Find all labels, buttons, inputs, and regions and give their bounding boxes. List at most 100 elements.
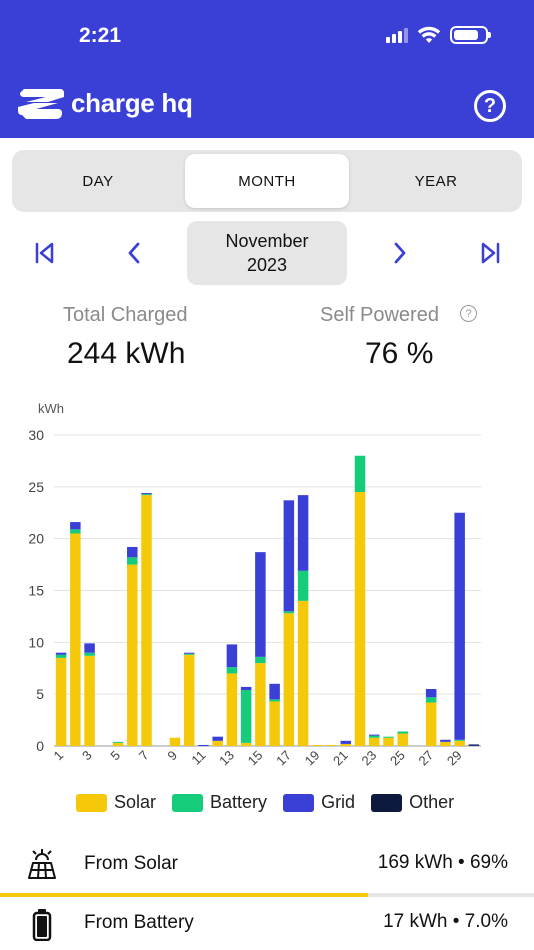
bar-battery-day-5 [112,741,124,743]
y-tick-label: 25 [28,479,44,495]
x-tick-label: 9 [164,748,180,764]
next-period-button[interactable] [386,238,414,268]
bar-solar-day-16 [269,701,280,746]
status-time: 2:21 [79,24,122,47]
bar-grid-day-13 [226,644,238,668]
current-period[interactable]: November 2023 [187,221,347,285]
period-segmented-control: DAY MONTH YEAR [12,150,522,212]
bar-grid-day-7 [141,493,152,495]
from-battery-value: 17 kWh • 7.0% [383,911,508,932]
x-tick-label: 1 [51,748,67,764]
period-year: 2023 [246,255,288,275]
bar-battery-day-17 [283,611,295,614]
bar-solar-day-27 [425,702,437,746]
chevron-right-icon [394,242,406,264]
legend-item-grid[interactable]: Grid [283,792,355,813]
bar-grid-day-3 [84,643,95,653]
bar-solar-day-9 [169,737,181,746]
bar-solar-day-17 [283,613,295,746]
bar-solar-day-24 [383,737,394,746]
legend-label: Grid [321,792,356,812]
last-period-button[interactable] [476,238,504,268]
bar-grid-day-15 [255,552,266,657]
bar-other-day-30 [468,744,480,746]
x-tick-label: 15 [245,748,266,769]
help-button[interactable]: ? [474,90,506,122]
brand-name: charge hq [71,88,193,118]
from-solar-row[interactable]: From Solar 169 kWh • 69% [0,838,534,892]
bar-battery-day-3 [84,652,95,656]
x-tick-label: 27 [415,748,436,769]
bar-solar-day-7 [141,495,152,746]
bar-solar-day-28 [440,741,451,746]
previous-period-button[interactable] [120,238,148,268]
first-period-button[interactable] [31,238,59,268]
bar-solar-day-20 [326,744,337,746]
y-tick-label: 15 [28,583,44,599]
legend-swatch [76,793,107,812]
x-tick-label: 7 [136,748,152,764]
legend-item-other[interactable]: Other [371,792,454,813]
legend-swatch [283,793,315,812]
x-tick-label: 19 [302,748,323,769]
bar-grid-day-16 [269,683,280,700]
bar-battery-day-10 [183,653,195,655]
x-tick-label: 23 [359,748,380,769]
from-solar-label: From Solar [84,853,178,874]
bar-grid-day-29 [454,512,465,740]
battery-icon [32,909,52,941]
wifi-icon [417,26,441,43]
x-tick-label: 29 [444,748,465,769]
legend-label: Battery [210,792,268,812]
tab-month[interactable]: MONTH [185,154,349,208]
legend-item-solar[interactable]: Solar [76,792,156,813]
y-tick-label: 30 [28,427,44,443]
bar-grid-day-18 [297,495,309,571]
bar-grid-day-17 [283,500,295,612]
bar-solar-day-1 [55,657,67,746]
from-battery-row[interactable]: From Battery 17 kWh • 7.0% [0,897,534,950]
info-icon[interactable]: ? [460,305,477,322]
bar-battery-day-23 [369,735,380,738]
y-tick-label: 10 [28,634,44,650]
bar-battery-day-24 [383,736,394,738]
brand-logo: charge hq [18,88,193,119]
skip-last-icon [481,242,500,264]
chargehq-logo-icon [18,88,64,119]
tab-year[interactable]: YEAR [352,154,520,208]
bar-grid-day-28 [440,739,451,742]
chart-legend: Solar Battery Grid Other [76,792,470,813]
legend-item-battery[interactable]: Battery [172,792,267,813]
bar-grid-day-10 [183,652,195,654]
x-tick-label: 5 [107,748,123,764]
x-tick-label: 17 [273,748,294,769]
bar-battery-day-18 [297,570,309,601]
skip-first-icon [35,242,54,264]
bar-battery-day-15 [255,656,266,664]
bar-battery-day-22 [354,455,366,493]
cellular-signal-icon [386,27,408,43]
bar-battery-day-27 [425,697,437,703]
bar-solar-day-13 [226,673,238,746]
app-header: 2:21 charge hq ? [0,0,534,138]
legend-swatch [172,793,204,812]
bar-battery-day-2 [70,529,81,534]
bar-grid-day-2 [70,522,81,530]
legend-swatch [371,793,403,812]
tab-day[interactable]: DAY [14,154,182,208]
bar-battery-day-6 [127,557,138,565]
x-tick-label: 21 [330,748,351,769]
self-powered-label: Self Powered [320,304,439,326]
bar-solar-day-23 [369,737,380,746]
y-axis-unit-label: kWh [38,401,64,416]
bar-solar-day-19 [312,744,323,746]
period-month: November [225,231,309,251]
from-solar-value: 169 kWh • 69% [377,852,508,873]
bar-solar-day-3 [84,655,95,746]
x-tick-label: 3 [79,748,95,764]
bar-solar-day-5 [112,742,124,746]
bar-battery-day-29 [454,739,465,741]
bar-solar-day-12 [212,740,223,746]
bar-solar-day-22 [354,492,366,746]
from-battery-label: From Battery [84,912,194,933]
